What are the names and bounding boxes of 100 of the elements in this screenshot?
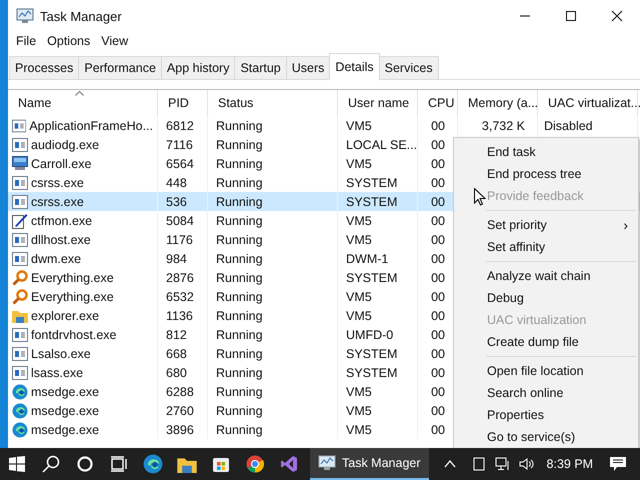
user-name-cell: VM5 [346,384,372,398]
pid-cell: 984 [166,252,187,266]
pen-on-paper-icon [12,212,28,228]
status-cell: Running [216,346,263,360]
uac-cell: Disabled [544,118,593,132]
pid-cell: 3896 [166,422,194,436]
context-menu-item[interactable]: Search online [454,382,638,404]
user-name-cell: SYSTEM [346,270,398,284]
edge-icon [12,422,28,438]
mouse-pointer-icon [474,188,486,206]
status-cell: Running [216,232,263,246]
maximize-icon [565,10,577,22]
process-name: audiodg.exe [31,138,100,152]
chrome-icon [246,455,264,473]
pid-cell: 7116 [166,138,193,152]
menu-item[interactable]: File [12,34,44,48]
process-name: explorer.exe [31,308,100,322]
user-name-cell: VM5 [346,156,372,170]
tab[interactable]: Users [286,56,330,79]
menu-item[interactable]: Options [43,34,98,48]
folder-icon [12,308,28,322]
pid-cell: 680 [166,366,187,380]
tablet-icon [472,457,485,471]
status-cell: Running [216,290,263,304]
shopping-bag-icon [212,455,230,473]
context-menu-item[interactable]: Set affinity [454,236,638,258]
column-header[interactable]: Memory (a... [458,90,538,116]
cpu-cell: 00 [431,422,445,436]
app-window-icon [12,328,28,342]
context-menu-item[interactable]: Properties [454,404,638,426]
cpu-cell: 00 [431,232,445,246]
status-cell: Running [216,366,263,380]
column-header[interactable]: CPU [418,90,458,116]
task-view-icon [110,456,128,472]
process-name: msedge.exe [31,404,100,418]
task-manager-taskbar-button[interactable]: Task Manager [310,448,429,480]
tab[interactable]: Startup [234,56,287,79]
context-menu-item[interactable]: Debug [454,287,638,309]
context-menu-item[interactable]: Analyze wait chain [454,265,638,287]
edge-icon [12,402,28,418]
speech-bubble-icon [609,456,628,472]
ring-icon [77,456,93,472]
column-header[interactable]: Status [208,90,338,116]
search-icon [42,455,60,473]
pid-cell: 536 [166,194,187,208]
app-window-icon [12,346,28,360]
status-cell: Running [216,422,263,436]
pid-cell: 448 [166,176,187,190]
process-name: Lsalso.exe [31,346,91,360]
status-cell: Running [216,156,263,170]
user-name-cell: SYSTEM [346,366,398,380]
process-name: dllhost.exe [31,232,91,246]
app-window-icon [12,138,28,152]
context-menu-item[interactable]: Create dump file [454,331,638,353]
cpu-cell: 00 [431,118,445,132]
magnifier-icon [12,288,28,304]
column-header[interactable]: PID [158,90,208,116]
context-menu-item[interactable]: Go to service(s) [454,426,638,448]
context-menu-item[interactable]: Open file location [454,360,638,382]
monitor-icon [12,156,28,171]
context-menu-item[interactable]: Set priority › [454,214,638,236]
column-header[interactable]: UAC virtualizat... [538,90,638,116]
cpu-cell: 00 [431,214,445,228]
cpu-cell: 00 [431,252,445,266]
column-header[interactable]: Name [8,90,158,116]
memory-cell: 3,732 K [482,118,525,132]
process-name: Everything.exe [31,270,114,284]
pid-cell: 812 [166,328,187,342]
speaker-icon [518,457,535,471]
status-cell: Running [216,138,263,152]
user-name-cell: DWM-1 [346,252,388,266]
process-row[interactable]: ApplicationFrameHo... 6812 Running VM5 00 3,732 K Disabled [8,116,640,135]
pid-cell: 6564 [166,156,194,170]
cpu-cell: 00 [431,346,445,360]
context-menu-item[interactable]: End process tree [454,163,638,185]
user-name-cell: SYSTEM [346,194,398,208]
cpu-cell: 00 [431,328,445,342]
status-cell: Running [216,308,263,322]
chart-window-icon [16,8,34,24]
cpu-cell: 00 [431,366,445,380]
tab[interactable]: Performance [78,56,162,79]
tab[interactable]: Services [378,56,439,79]
column-header[interactable]: User name [338,90,418,116]
user-name-cell: VM5 [346,214,372,228]
status-cell: Running [216,328,263,342]
process-name: fontdrvhost.exe [31,328,116,342]
pid-cell: 668 [166,346,187,360]
windows-logo-icon [9,456,25,472]
cpu-cell: 00 [431,176,445,190]
app-window-icon [12,194,28,208]
tab[interactable]: Details [329,53,380,80]
pid-cell: 6812 [166,118,194,132]
menu-item[interactable]: View [97,34,136,48]
clock[interactable]: 8:39 PM [538,457,602,471]
pid-cell: 1176 [166,232,193,246]
tab[interactable]: App history [160,56,236,79]
cpu-cell: 00 [431,194,445,208]
user-name-cell: VM5 [346,290,372,304]
tab[interactable]: Processes [9,56,80,79]
cpu-cell: 00 [431,290,445,304]
